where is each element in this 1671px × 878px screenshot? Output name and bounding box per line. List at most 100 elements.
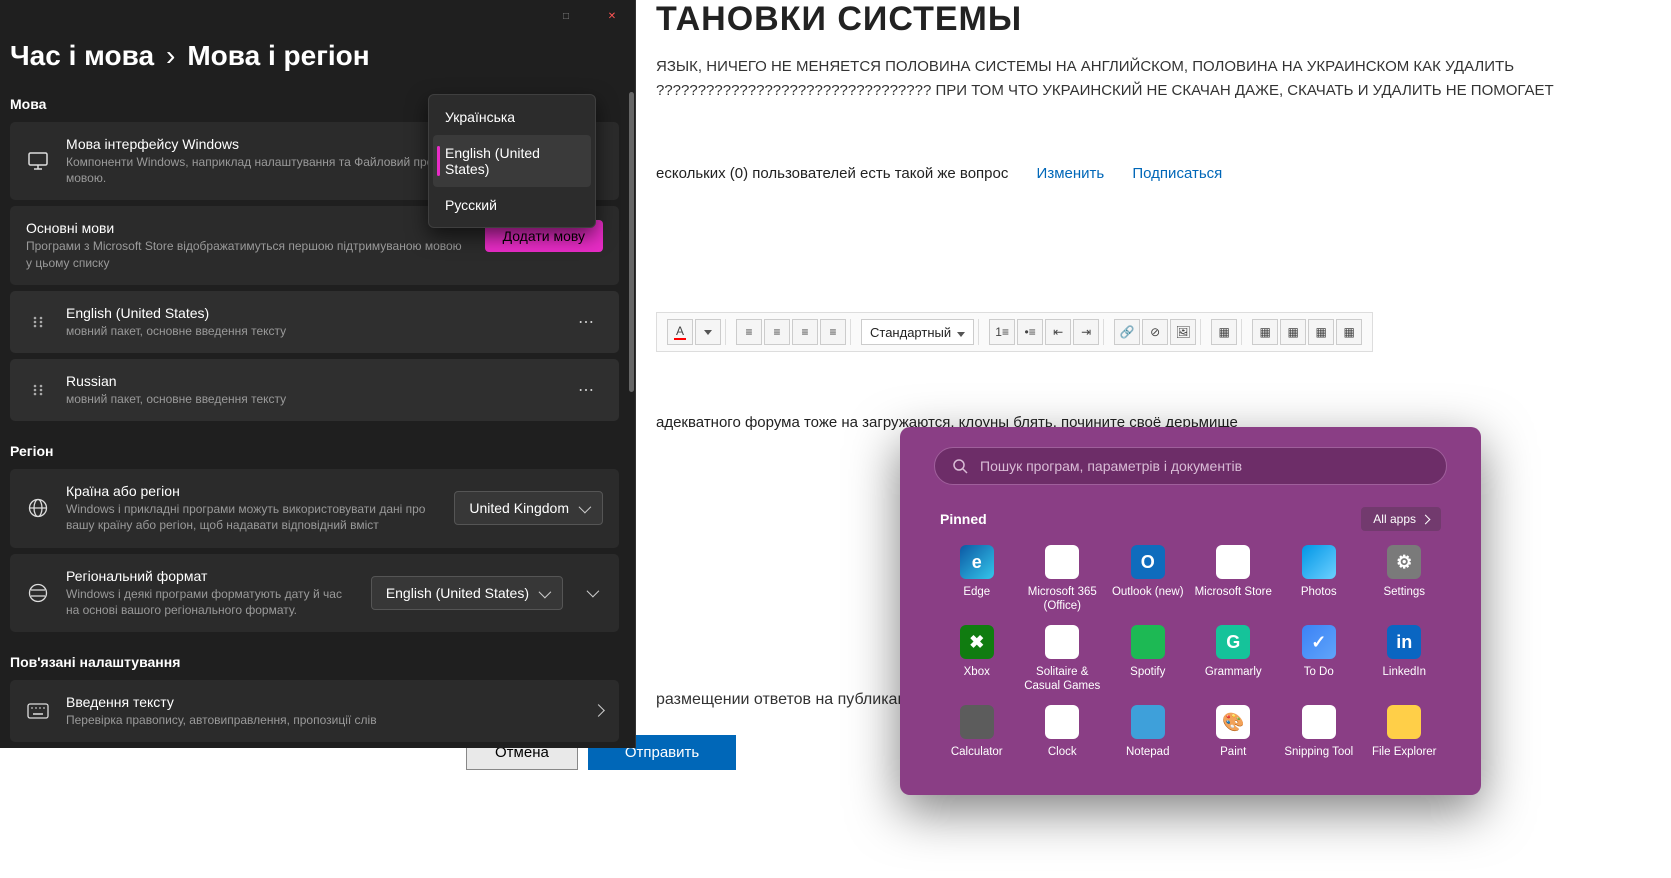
table-cell-button[interactable]: ▦	[1308, 319, 1334, 345]
expand-chevron[interactable]	[579, 584, 603, 602]
chevron-down-icon	[579, 500, 588, 516]
align-justify-button[interactable]: ≡	[820, 319, 846, 345]
table-del-button[interactable]: ▦	[1336, 319, 1362, 345]
start-tile[interactable]: eEdge	[934, 541, 1020, 619]
unordered-list-button[interactable]: •≡	[1017, 319, 1043, 345]
app-icon: ✖	[960, 625, 994, 659]
app-icon: ✓	[1302, 625, 1336, 659]
start-tile[interactable]: GGrammarly	[1191, 621, 1277, 699]
start-search[interactable]	[934, 447, 1447, 485]
forum-meta-row: ескольких (0) пользователей есть такой ж…	[656, 165, 1651, 182]
app-label: Clock	[1048, 745, 1077, 759]
subscribe-link[interactable]: Подписаться	[1132, 165, 1222, 182]
start-tile[interactable]: ⚙Settings	[1362, 541, 1448, 619]
start-tile[interactable]: Notepad	[1105, 701, 1191, 779]
align-right-button[interactable]: ≡	[792, 319, 818, 345]
format-title: Регіональний формат	[66, 568, 355, 584]
align-left-button[interactable]: ≡	[736, 319, 762, 345]
edit-link[interactable]: Изменить	[1037, 165, 1105, 182]
country-desc: Windows і прикладні програми можуть вико…	[66, 501, 438, 533]
country-select[interactable]: United Kingdom	[454, 491, 603, 525]
typing-card[interactable]: Введення тексту Перевірка правопису, авт…	[10, 680, 619, 742]
app-icon	[1387, 705, 1421, 739]
format-desc: Windows і деякі програми форматують дату…	[66, 586, 355, 618]
drag-handle-icon[interactable]	[26, 383, 50, 397]
app-icon	[1302, 545, 1336, 579]
link-button[interactable]: 🔗	[1114, 319, 1140, 345]
language-item[interactable]: English (United States)мовний пакет, осн…	[10, 291, 619, 353]
scrollbar[interactable]	[629, 92, 634, 392]
language-menu-item[interactable]: English (United States)	[433, 135, 591, 187]
app-icon: ♠	[1045, 625, 1079, 659]
more-button[interactable]: ⋯	[569, 373, 603, 407]
language-sub: мовний пакет, основне введення тексту	[66, 323, 553, 339]
start-tile[interactable]: O Outlook (new)	[1105, 541, 1191, 619]
display-language-menu: УкраїнськаEnglish (United States)Русский	[428, 94, 596, 228]
app-icon	[1216, 545, 1250, 579]
restore-button[interactable]: □	[543, 0, 589, 32]
unlink-button[interactable]: ⊘	[1142, 319, 1168, 345]
image-button[interactable]: 🖼	[1170, 319, 1196, 345]
app-icon: G	[1216, 625, 1250, 659]
pinned-label: Pinned	[940, 511, 987, 527]
table-col-button[interactable]: ▦	[1280, 319, 1306, 345]
app-label: Paint	[1220, 745, 1246, 759]
more-button[interactable]: ⋯	[569, 305, 603, 339]
all-apps-button[interactable]: All apps	[1361, 507, 1441, 531]
start-tile[interactable]: 🎨Paint	[1191, 701, 1277, 779]
section-related-label: Пов'язані налаштування	[10, 654, 619, 670]
language-menu-item[interactable]: Русский	[429, 187, 595, 223]
chevron-right-icon	[1422, 512, 1429, 526]
start-tile[interactable]: ♠ Solitaire & Casual Games	[1020, 621, 1106, 699]
forum-body: ЯЗЫК, НИЧЕГО НЕ МЕНЯЕТСЯ ПОЛОВИНА СИСТЕМ…	[656, 55, 1651, 103]
drag-handle-icon[interactable]	[26, 315, 50, 329]
start-search-input[interactable]	[980, 458, 1428, 474]
start-tile[interactable]: ✂Snipping Tool	[1276, 701, 1362, 779]
align-center-button[interactable]: ≡	[764, 319, 790, 345]
keyboard-icon	[26, 703, 50, 719]
start-tile[interactable]: Microsoft 365 (Office)	[1020, 541, 1106, 619]
app-label: Notepad	[1126, 745, 1169, 759]
start-tile[interactable]: ◔ Clock	[1020, 701, 1106, 779]
style-select[interactable]: Стандартный	[861, 319, 974, 345]
language-item[interactable]: Russianмовний пакет, основне введення те…	[10, 359, 619, 421]
start-tile[interactable]: Spotify	[1105, 621, 1191, 699]
regional-format-card[interactable]: Регіональний формат Windows і деякі прог…	[10, 554, 619, 632]
editor-toolbar: A ≡ ≡ ≡ ≡ Стандартный 1≡ •≡ ⇤ ⇥ 🔗 ⊘ 🖼 ▦	[656, 312, 1373, 352]
breadcrumb-parent[interactable]: Час і мова	[10, 40, 154, 72]
table-button[interactable]: ▦	[1211, 319, 1237, 345]
start-menu: Pinned All apps eEdgeMicrosoft 365 (Offi…	[900, 427, 1481, 795]
app-icon: ⚙	[1387, 545, 1421, 579]
chevron-right-icon	[594, 702, 603, 720]
app-icon	[1131, 625, 1165, 659]
app-label: Outlook (new)	[1112, 585, 1184, 599]
start-tile[interactable]: File Explorer	[1362, 701, 1448, 779]
outdent-button[interactable]: ⇤	[1045, 319, 1071, 345]
app-icon: ✂	[1302, 705, 1336, 739]
format-select[interactable]: English (United States)	[371, 576, 563, 610]
same-question-count: ескольких (0) пользователей есть такой ж…	[656, 165, 1008, 182]
typing-title: Введення тексту	[66, 694, 578, 710]
start-tile[interactable]: Calculator	[934, 701, 1020, 779]
indent-button[interactable]: ⇥	[1073, 319, 1099, 345]
chevron-down-icon	[539, 585, 548, 601]
start-tile[interactable]: ✓To Do	[1276, 621, 1362, 699]
app-icon: O	[1131, 545, 1165, 579]
start-tile[interactable]: Microsoft Store	[1191, 541, 1277, 619]
app-label: Solitaire & Casual Games	[1020, 665, 1106, 694]
start-tile[interactable]: inLinkedIn	[1362, 621, 1448, 699]
app-icon	[960, 705, 994, 739]
start-tile[interactable]: Photos	[1276, 541, 1362, 619]
ordered-list-button[interactable]: 1≡	[989, 319, 1015, 345]
breadcrumb: Час і мова › Мова і регіон	[0, 0, 635, 92]
font-color-button[interactable]: A	[667, 319, 693, 345]
close-button[interactable]: ✕	[589, 0, 635, 32]
language-menu-item[interactable]: Українська	[429, 99, 595, 135]
app-label: Edge	[963, 585, 990, 599]
table-row-button[interactable]: ▦	[1252, 319, 1278, 345]
preferred-lang-desc: Програми з Microsoft Store відображатиму…	[26, 238, 469, 270]
app-icon: ◔	[1045, 705, 1079, 739]
start-tile[interactable]: ✖Xbox	[934, 621, 1020, 699]
globe-icon	[26, 583, 50, 603]
font-color-chevron[interactable]	[695, 319, 721, 345]
